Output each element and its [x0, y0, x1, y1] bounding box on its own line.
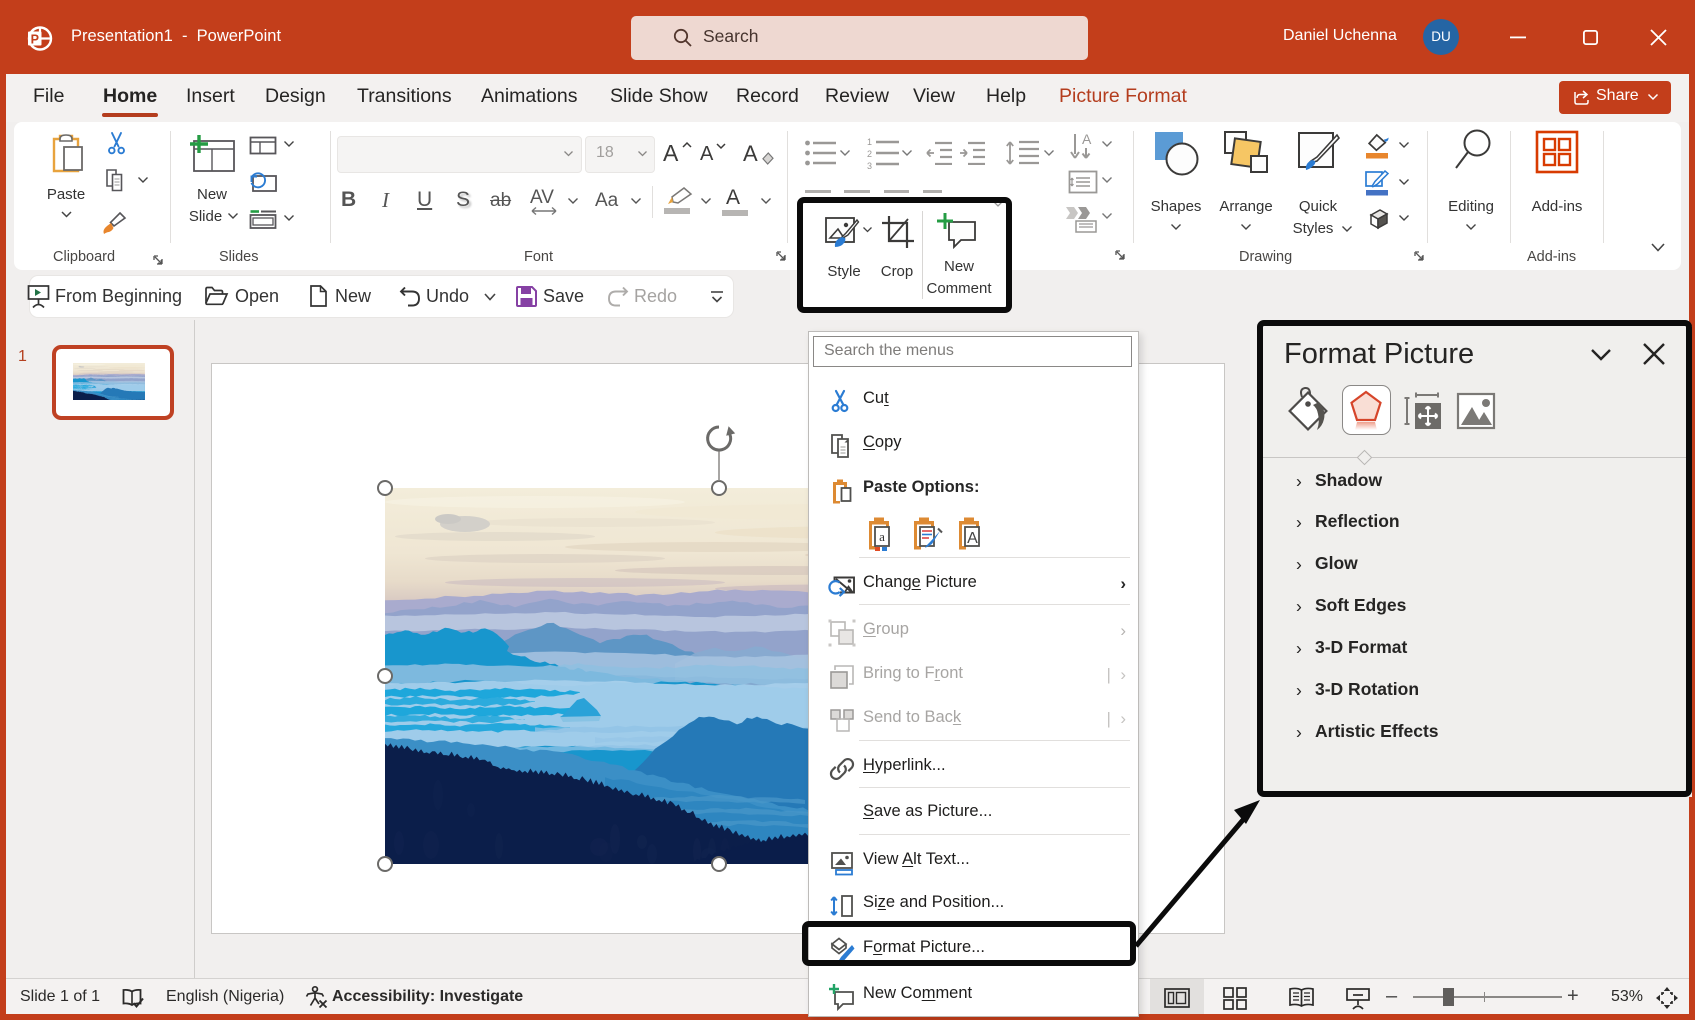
svg-text:3: 3	[867, 161, 872, 170]
svg-text:A: A	[967, 530, 978, 547]
svg-text:1: 1	[867, 137, 872, 147]
svg-text:2: 2	[867, 149, 872, 159]
svg-text:P: P	[31, 33, 39, 47]
svg-text:A: A	[1082, 132, 1092, 147]
svg-text:a: a	[879, 529, 885, 544]
